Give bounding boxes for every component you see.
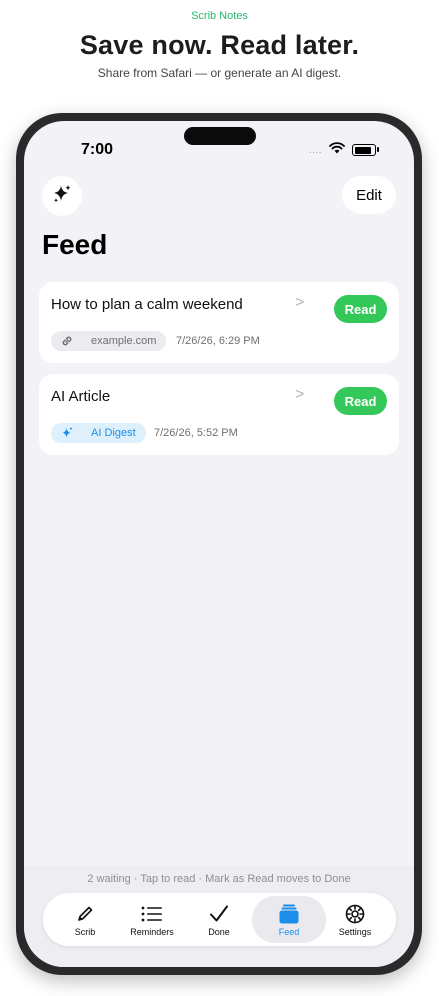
promo-brand: Scrib Notes [191, 10, 248, 22]
tab-label: Feed [278, 926, 300, 937]
card-timestamp: 7/26/26, 6:29 PM [176, 335, 260, 347]
source-chip: AI Digest [51, 423, 146, 443]
link-icon [59, 333, 75, 349]
feed-card[interactable]: How to plan a calm weekend > Read exampl… [39, 282, 399, 363]
promo-headline: Save now. Read later. [79, 30, 360, 60]
chevron-right-icon: > [295, 386, 305, 403]
read-button[interactable]: Read [334, 387, 387, 415]
dynamic-island [184, 127, 256, 145]
footer-hint: 2 waiting · Tap to read · Mark as Read m… [87, 873, 351, 885]
tray-icon [278, 903, 300, 925]
feed-card[interactable]: AI Article > Read AI Digest 7/26/26, 5:5… [39, 374, 399, 455]
source-label: example.com [91, 335, 157, 347]
tab-label: Scrib [74, 926, 96, 937]
edit-button[interactable]: Edit [342, 176, 396, 214]
sparkle-icon [59, 425, 75, 441]
battery-icon [352, 144, 379, 156]
gear-icon [344, 903, 366, 925]
source-chip: example.com [51, 331, 167, 351]
signal-dots-icon: .... [308, 144, 322, 156]
tab-feed[interactable]: Feed [252, 896, 326, 943]
pencil-icon [75, 903, 95, 925]
list-icon [141, 903, 163, 925]
checkmark-icon [208, 903, 230, 925]
promo-subheadline: Share from Safari — or generate an AI di… [97, 66, 342, 80]
source-label: AI Digest [91, 427, 136, 439]
wifi-icon [329, 141, 345, 159]
ai-sparkle-button[interactable] [42, 176, 82, 216]
read-button[interactable]: Read [334, 295, 387, 323]
card-title: AI Article [51, 388, 111, 405]
tab-scrib[interactable]: Scrib [51, 896, 119, 943]
page-title: Feed [42, 229, 108, 260]
tab-label: Settings [338, 926, 372, 937]
tab-label: Reminders [130, 926, 174, 937]
sparkle-icon [51, 183, 73, 210]
chevron-right-icon: > [295, 294, 305, 311]
tab-settings[interactable]: Settings [321, 896, 389, 943]
tab-label: Done [208, 926, 230, 937]
status-time: 7:00 [81, 141, 114, 158]
status-icons: .... [308, 141, 379, 159]
card-title: How to plan a calm weekend [51, 296, 243, 313]
tab-bar: Scrib Reminders Done Feed Settings [43, 893, 396, 946]
tab-done[interactable]: Done [185, 896, 253, 943]
card-timestamp: 7/26/26, 5:52 PM [154, 427, 238, 439]
tab-reminders[interactable]: Reminders [118, 896, 186, 943]
phone-screen: 7:00 .... Edit Feed How to plan a calm w… [24, 121, 414, 967]
